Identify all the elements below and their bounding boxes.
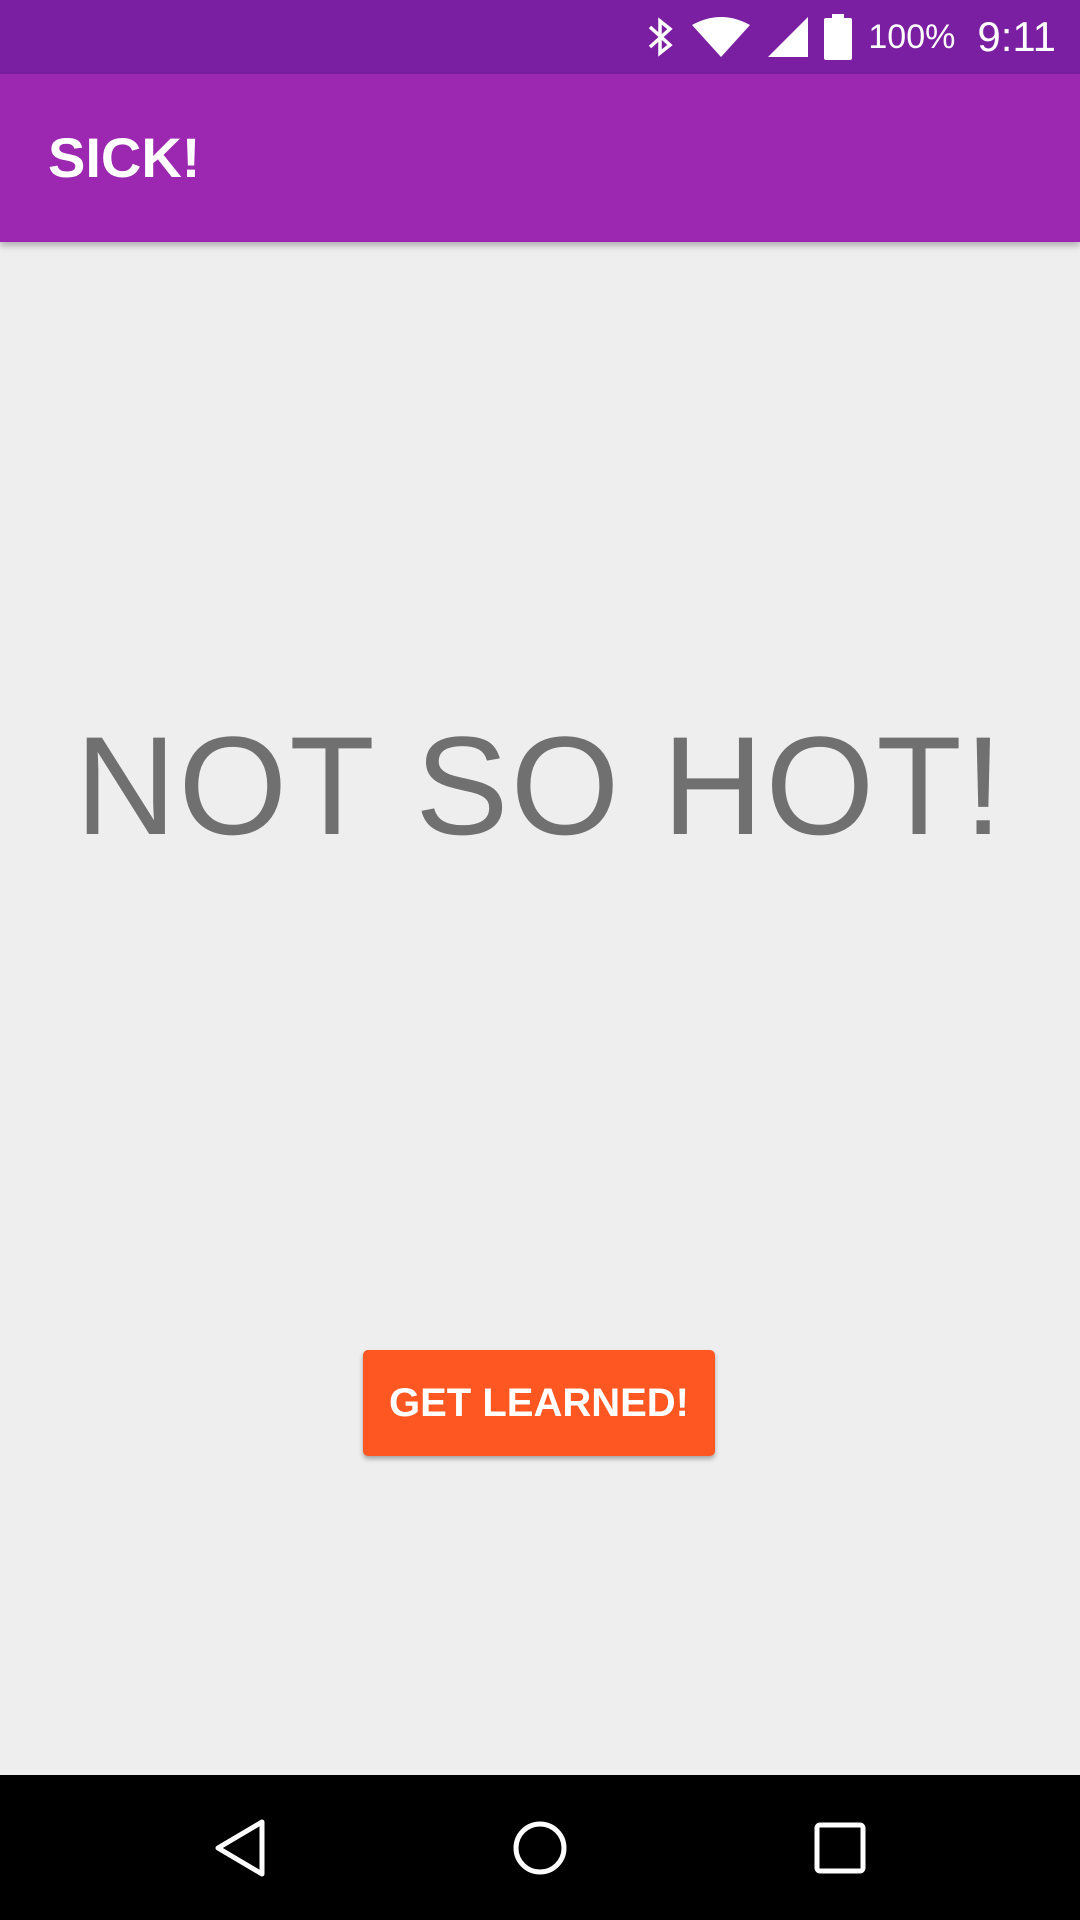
battery-icon <box>824 14 853 60</box>
battery-percent: 100% <box>868 17 956 56</box>
status-clock: 9:11 <box>977 13 1056 60</box>
status-bar: 100% 9:11 <box>0 0 1080 74</box>
app-title: SICK! <box>48 126 201 189</box>
app-screen: 100% 9:11 SICK! NOT SO HOT! GET LEARNED! <box>0 0 1080 1920</box>
recents-icon <box>814 1822 866 1873</box>
cell-signal-icon <box>766 15 810 59</box>
home-button[interactable] <box>470 1775 610 1920</box>
recents-button[interactable] <box>770 1775 910 1920</box>
navigation-bar <box>0 1775 1080 1920</box>
bluetooth-icon <box>646 15 676 59</box>
back-icon <box>215 1819 265 1876</box>
home-icon <box>513 1821 567 1874</box>
back-button[interactable] <box>170 1775 310 1920</box>
app-bar: SICK! <box>0 74 1080 242</box>
wifi-icon <box>690 15 752 59</box>
status-icons: 100% 9:11 <box>632 0 1056 74</box>
get-learned-button[interactable]: GET LEARNED! <box>363 1350 715 1456</box>
status-headline: NOT SO HOT! <box>75 707 1005 864</box>
